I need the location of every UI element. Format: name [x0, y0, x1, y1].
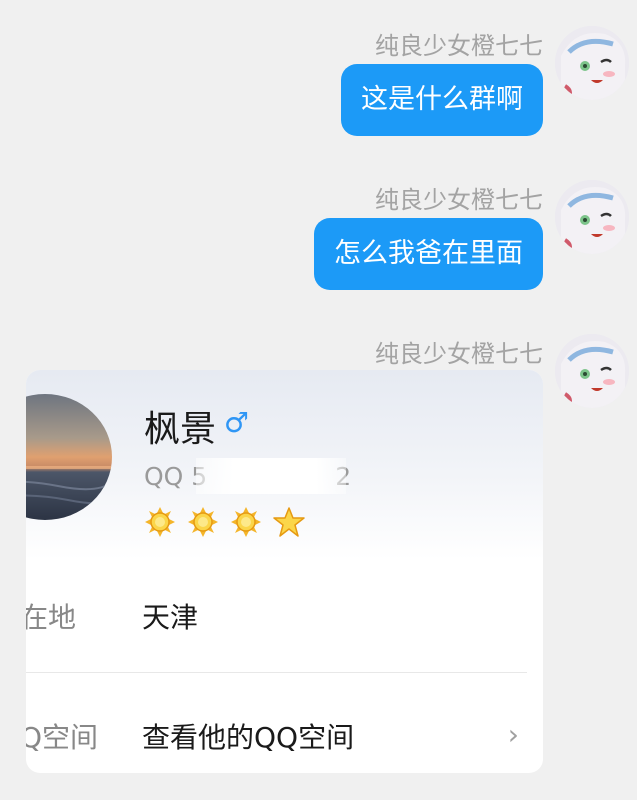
sender-name: 纯良少女橙七七 [375, 32, 543, 60]
avatar[interactable] [555, 26, 629, 100]
avatar[interactable] [555, 334, 629, 408]
chevron-right-icon[interactable]: › [508, 718, 519, 751]
star-icon [273, 506, 305, 538]
qq-level-badges[interactable] [144, 506, 305, 538]
sender-name: 纯良少女橙七七 [375, 340, 543, 368]
sun-icon [144, 506, 176, 538]
sender-name: 纯良少女橙七七 [375, 186, 543, 214]
male-icon: ♂ [224, 406, 250, 439]
sun-icon [187, 506, 219, 538]
location-value: 天津 [142, 601, 199, 634]
contact-card[interactable]: 枫景 ♂ QQ 52 [26, 370, 543, 773]
redaction-mask [196, 458, 346, 494]
qzone-link[interactable]: 查看他的QQ空间 [142, 716, 354, 756]
sun-icon [230, 506, 262, 538]
contact-name: 枫景 [144, 409, 217, 450]
location-label: 在地 [26, 601, 77, 634]
qzone-label: Q空间 [26, 721, 99, 754]
message-bubble[interactable]: 这是什么群啊 [341, 64, 543, 136]
divider [26, 672, 527, 673]
message-bubble[interactable]: 怎么我爸在里面 [314, 218, 543, 290]
avatar[interactable] [555, 180, 629, 254]
